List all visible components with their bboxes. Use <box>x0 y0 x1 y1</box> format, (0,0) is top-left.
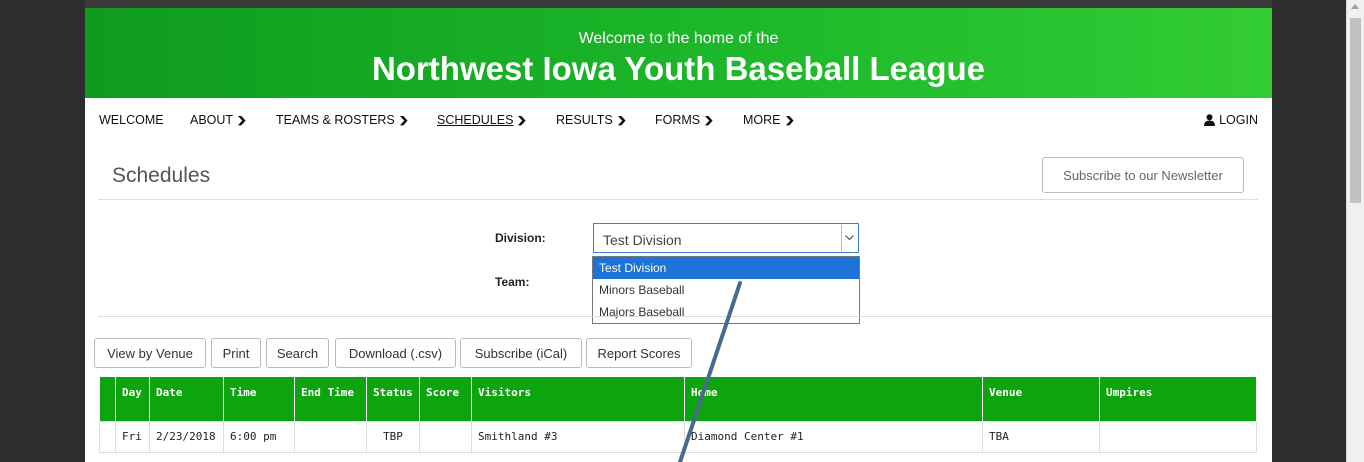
annotation-arrow <box>678 281 742 462</box>
